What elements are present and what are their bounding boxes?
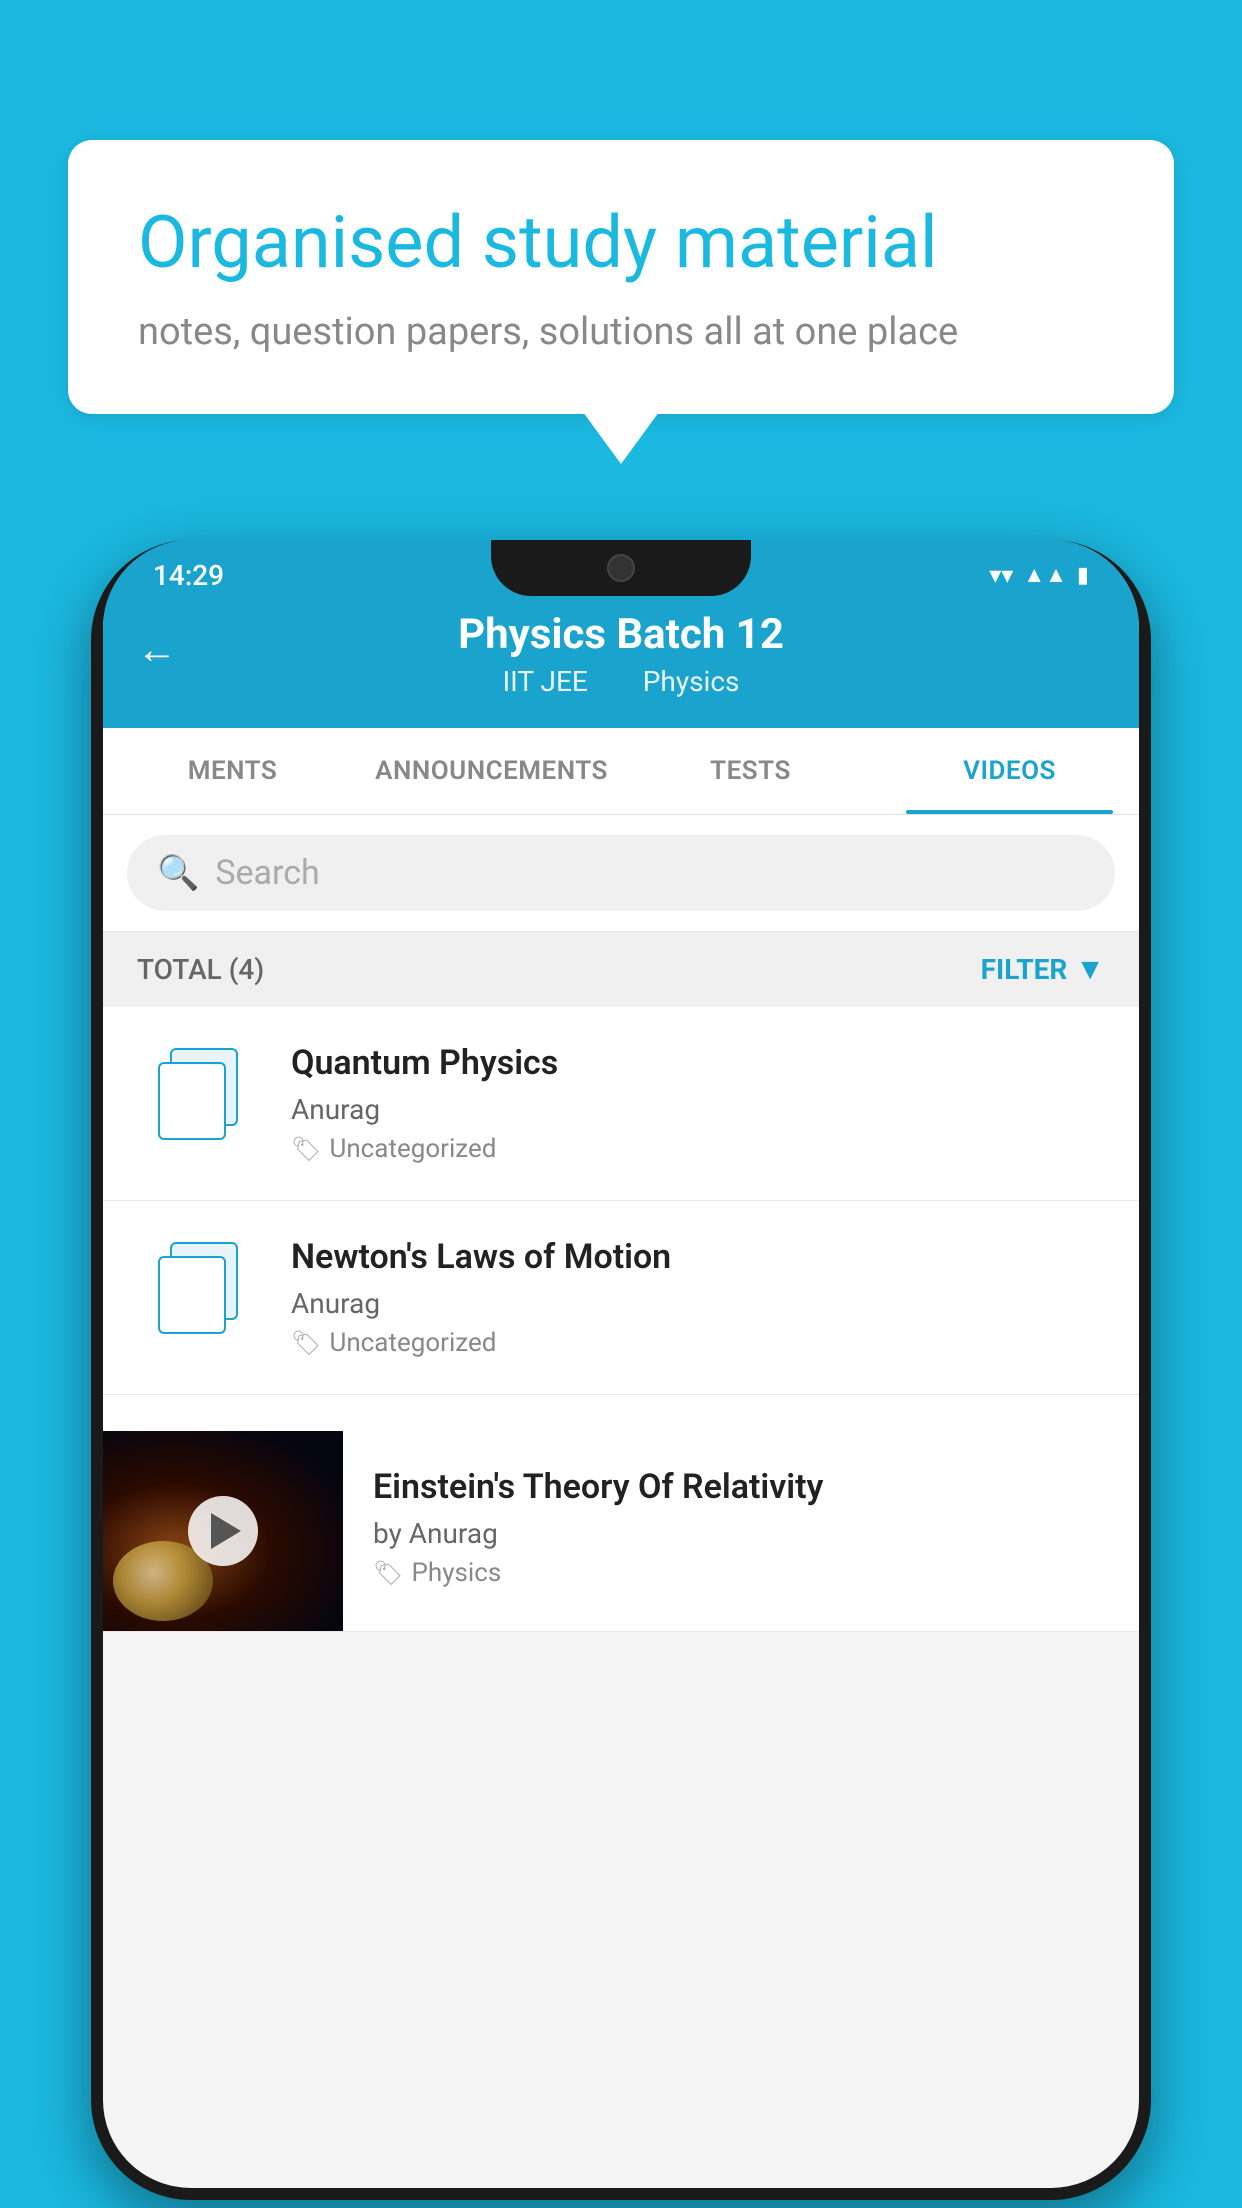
video-info-newton: Newton's Laws of Motion Anurag 🏷 Uncateg… xyxy=(291,1237,1109,1358)
video-info-einstein: Einstein's Theory Of Relativity by Anura… xyxy=(343,1431,1109,1624)
battery-icon: ▮ xyxy=(1077,563,1089,588)
search-bar[interactable]: 🔍 Search xyxy=(127,835,1115,911)
video-author: Anurag xyxy=(291,1287,1109,1320)
status-time: 14:29 xyxy=(153,559,224,592)
video-tag: 🏷 Uncategorized xyxy=(291,1328,1109,1358)
phone-notch xyxy=(491,540,751,596)
tag-label: Uncategorized xyxy=(329,1134,496,1164)
header-subtitle-physics: Physics xyxy=(643,665,740,698)
video-title: Einstein's Theory Of Relativity xyxy=(373,1467,1079,1507)
phone-screen: 14:29 ▾▾ ▲▲ ▮ ← Physics Batch 12 IIT JEE xyxy=(103,540,1139,2188)
phone-camera xyxy=(607,554,635,582)
tag-label: Physics xyxy=(411,1558,501,1588)
list-item[interactable]: Newton's Laws of Motion Anurag 🏷 Uncateg… xyxy=(103,1201,1139,1395)
video-author: Anurag xyxy=(291,1093,1109,1126)
file-icon-front xyxy=(158,1256,226,1334)
search-icon: 🔍 xyxy=(157,853,199,893)
phone-outer: 14:29 ▾▾ ▲▲ ▮ ← Physics Batch 12 IIT JEE xyxy=(91,540,1151,2200)
filter-label: FILTER xyxy=(981,953,1068,986)
file-icon-newton xyxy=(133,1237,263,1337)
play-triangle xyxy=(211,1513,241,1549)
tag-icon: 🏷 xyxy=(291,1135,321,1163)
search-container: 🔍 Search xyxy=(103,815,1139,932)
video-title: Quantum Physics xyxy=(291,1043,1109,1083)
speech-bubble: Organised study material notes, question… xyxy=(68,140,1174,414)
header-title: Physics Batch 12 xyxy=(103,610,1139,659)
video-list: Quantum Physics Anurag 🏷 Uncategorized xyxy=(103,1007,1139,1632)
tab-videos[interactable]: VIDEOS xyxy=(880,728,1139,814)
status-icons: ▾▾ ▲▲ ▮ xyxy=(989,561,1089,589)
filter-funnel-icon: ▼ xyxy=(1075,952,1105,987)
video-tag: 🏷 Uncategorized xyxy=(291,1134,1109,1164)
speech-bubble-container: Organised study material notes, question… xyxy=(68,140,1174,414)
back-button[interactable]: ← xyxy=(137,626,177,673)
video-author: by Anurag xyxy=(373,1517,1079,1550)
play-button-icon[interactable] xyxy=(188,1496,258,1566)
list-item[interactable]: Quantum Physics Anurag 🏷 Uncategorized xyxy=(103,1007,1139,1201)
bubble-title: Organised study material xyxy=(138,200,1104,286)
bubble-subtitle: notes, question papers, solutions all at… xyxy=(138,310,1104,354)
tab-tests[interactable]: TESTS xyxy=(621,728,880,814)
nav-tabs: MENTS ANNOUNCEMENTS TESTS VIDEOS xyxy=(103,728,1139,815)
filter-bar: TOTAL (4) FILTER ▼ xyxy=(103,932,1139,1007)
video-tag: 🏷 Physics xyxy=(373,1558,1079,1588)
header-subtitle-iitjee: IIT JEE xyxy=(503,665,588,698)
tab-ments[interactable]: MENTS xyxy=(103,728,362,814)
file-icon-front xyxy=(158,1062,226,1140)
total-count: TOTAL (4) xyxy=(137,953,264,986)
list-item[interactable]: Einstein's Theory Of Relativity by Anura… xyxy=(103,1395,1139,1632)
tag-icon: 🏷 xyxy=(291,1329,321,1357)
signal-icon: ▲▲ xyxy=(1023,562,1067,588)
tag-icon: 🏷 xyxy=(373,1559,403,1587)
tag-label: Uncategorized xyxy=(329,1328,496,1358)
tab-announcements[interactable]: ANNOUNCEMENTS xyxy=(362,728,621,814)
einstein-thumbnail xyxy=(103,1431,343,1631)
header-subtitle: IIT JEE Physics xyxy=(103,665,1139,698)
phone-mockup: 14:29 ▾▾ ▲▲ ▮ ← Physics Batch 12 IIT JEE xyxy=(91,540,1151,2200)
video-title: Newton's Laws of Motion xyxy=(291,1237,1109,1277)
video-info-quantum: Quantum Physics Anurag 🏷 Uncategorized xyxy=(291,1043,1109,1164)
wifi-icon: ▾▾ xyxy=(989,561,1013,589)
filter-button[interactable]: FILTER ▼ xyxy=(981,952,1105,987)
search-placeholder: Search xyxy=(215,853,319,893)
file-icon-quantum xyxy=(133,1043,263,1143)
